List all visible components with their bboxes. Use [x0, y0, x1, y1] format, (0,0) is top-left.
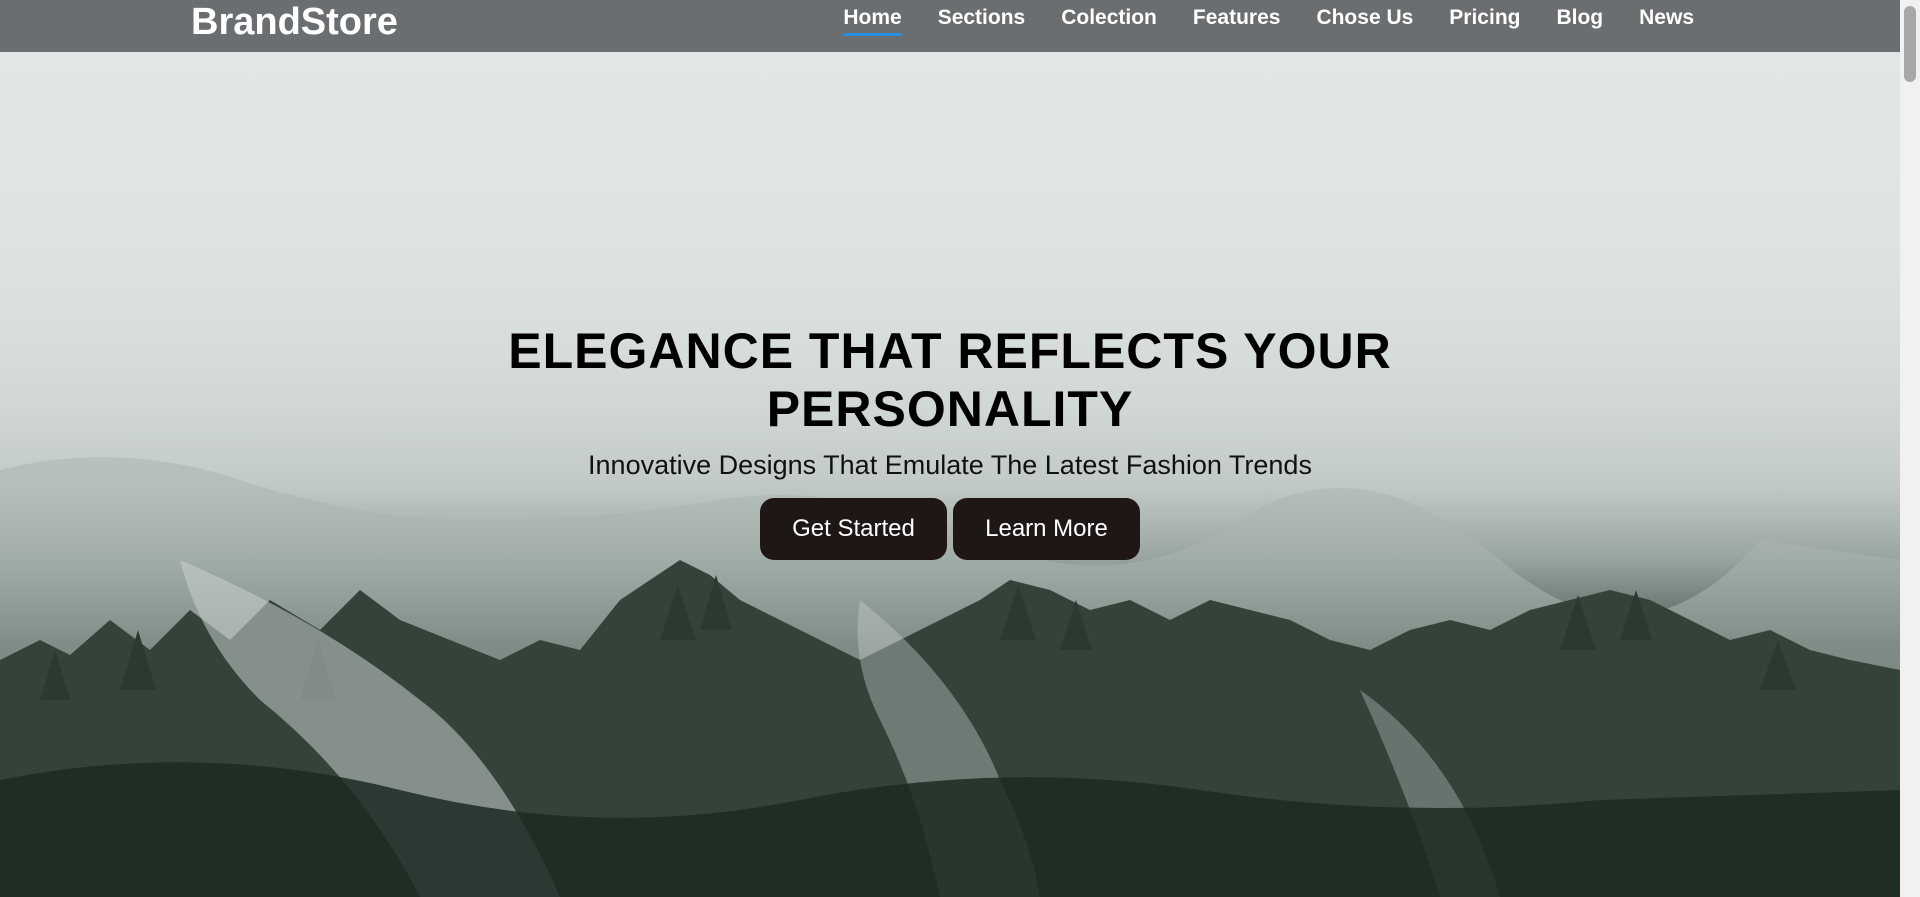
- page: BrandStore Home Sections Colection Featu…: [0, 0, 1920, 897]
- nav-item-colection[interactable]: Colection: [1061, 6, 1157, 30]
- navbar: BrandStore Home Sections Colection Featu…: [0, 0, 1900, 52]
- nav-item-blog[interactable]: Blog: [1556, 6, 1603, 30]
- scrollbar-thumb[interactable]: [1904, 6, 1916, 82]
- hero-buttons: Get Started Learn More: [450, 498, 1450, 560]
- nav-item-news[interactable]: News: [1639, 6, 1694, 30]
- nav-item-sections[interactable]: Sections: [938, 6, 1026, 30]
- hero-subtitle: Innovative Designs That Emulate The Late…: [588, 450, 1312, 480]
- vertical-scrollbar[interactable]: [1900, 0, 1920, 897]
- get-started-button[interactable]: Get Started: [760, 498, 947, 560]
- brand-logo[interactable]: BrandStore: [191, 0, 398, 44]
- learn-more-button[interactable]: Learn More: [953, 498, 1140, 560]
- hero-title: ELEGANCE THAT REFLECTS YOUR PERSONALITY: [508, 323, 1392, 437]
- nav-item-features[interactable]: Features: [1193, 6, 1281, 30]
- nav-item-home[interactable]: Home: [843, 6, 903, 36]
- nav-item-chose-us[interactable]: Chose Us: [1316, 6, 1413, 30]
- hero-section: ELEGANCE THAT REFLECTS YOUR PERSONALITY …: [450, 322, 1450, 560]
- nav-item-pricing[interactable]: Pricing: [1449, 6, 1520, 30]
- nav-menu: Home Sections Colection Features Chose U…: [807, 0, 1694, 36]
